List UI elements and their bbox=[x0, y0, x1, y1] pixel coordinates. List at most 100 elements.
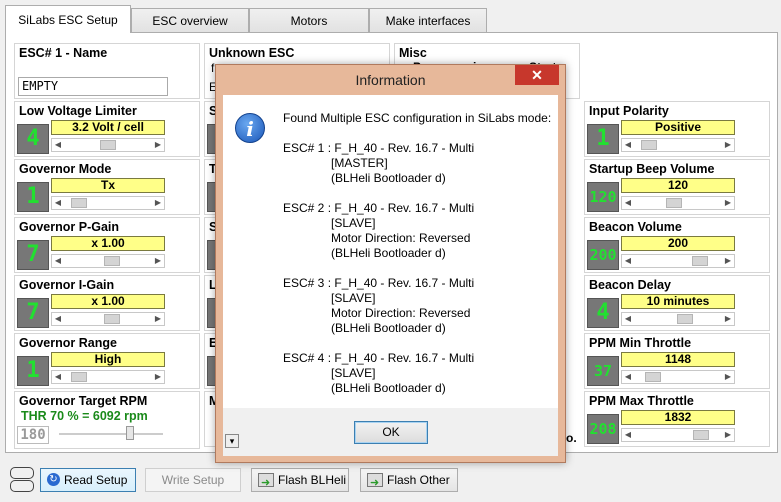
governor-range-number: 1 bbox=[17, 356, 49, 386]
ppm-min-throttle-number: 37 bbox=[587, 356, 619, 386]
governor-i-gain-value: x 1.00 bbox=[51, 294, 165, 309]
esc-info-line: [SLAVE] bbox=[331, 366, 376, 380]
governor-i-gain-panel: Governor I-Gain 7 x 1.00 ◀ ▶ bbox=[14, 275, 200, 331]
esc-name-input[interactable]: EMPTY bbox=[18, 77, 168, 96]
flash-blheli-button[interactable]: ➜ Flash BLHeli bbox=[251, 468, 349, 492]
governor-mode-value: Tx bbox=[51, 178, 165, 193]
ppm-max-throttle-slider[interactable]: ◀ ▶ bbox=[621, 428, 735, 442]
startup-beep-volume-value: 120 bbox=[621, 178, 735, 193]
input-polarity-number: 1 bbox=[587, 124, 619, 154]
ok-button[interactable]: OK bbox=[354, 421, 428, 444]
flash-icon: ➜ bbox=[367, 472, 383, 489]
governor-mode-slider-thumb[interactable] bbox=[71, 198, 87, 208]
ppm-min-throttle-title: PPM Min Throttle bbox=[589, 336, 692, 350]
esc-info-head: ESC# 1 : F_H_40 - Rev. 16.7 - Multi bbox=[283, 141, 475, 155]
governor-mode-number: 1 bbox=[17, 182, 49, 212]
tab-make-interfaces[interactable]: Make interfaces bbox=[369, 8, 487, 32]
interface-toggle-icon[interactable] bbox=[10, 465, 34, 493]
arrow-right-icon[interactable]: ▶ bbox=[152, 139, 164, 151]
arrow-left-icon[interactable]: ◀ bbox=[622, 429, 634, 441]
beacon-delay-number: 4 bbox=[587, 298, 619, 328]
startup-beep-volume-slider-thumb[interactable] bbox=[666, 198, 682, 208]
flash-other-button[interactable]: ➜ Flash Other bbox=[360, 468, 458, 492]
tab-esc-overview[interactable]: ESC overview bbox=[131, 8, 249, 32]
beacon-delay-slider-thumb[interactable] bbox=[677, 314, 693, 324]
governor-range-slider-thumb[interactable] bbox=[71, 372, 87, 382]
arrow-left-icon[interactable]: ◀ bbox=[622, 197, 634, 209]
beacon-volume-slider[interactable]: ◀ ▶ bbox=[621, 254, 735, 268]
governor-mode-title: Governor Mode bbox=[19, 162, 112, 176]
ppm-max-throttle-value: 1832 bbox=[621, 410, 735, 425]
arrow-right-icon[interactable]: ▶ bbox=[722, 429, 734, 441]
beacon-volume-slider-thumb[interactable] bbox=[692, 256, 708, 266]
dialog-intro: Found Multiple ESC configuration in SiLa… bbox=[283, 111, 552, 125]
governor-range-slider[interactable]: ◀ ▶ bbox=[51, 370, 165, 384]
arrow-right-icon[interactable]: ▶ bbox=[152, 197, 164, 209]
governor-p-gain-slider-thumb[interactable] bbox=[104, 256, 120, 266]
esc-name-title: ESC# 1 - Name bbox=[19, 46, 108, 60]
refresh-icon: ↻ bbox=[47, 473, 60, 487]
arrow-left-icon[interactable]: ◀ bbox=[52, 371, 64, 383]
arrow-left-icon[interactable]: ◀ bbox=[52, 139, 64, 151]
close-icon[interactable]: ✕ bbox=[515, 65, 559, 85]
input-polarity-slider[interactable]: ◀ ▶ bbox=[621, 138, 735, 152]
read-setup-button[interactable]: ↻ Read Setup bbox=[40, 468, 136, 492]
arrow-left-icon[interactable]: ◀ bbox=[52, 197, 64, 209]
governor-i-gain-number: 7 bbox=[17, 298, 49, 328]
governor-target-panel: Governor Target RPM THR 70 % = 6092 rpm … bbox=[14, 391, 200, 449]
ppm-min-throttle-value: 1148 bbox=[621, 352, 735, 367]
arrow-right-icon[interactable]: ▶ bbox=[722, 255, 734, 267]
governor-range-title: Governor Range bbox=[19, 336, 117, 350]
governor-target-track[interactable] bbox=[59, 433, 163, 435]
info-icon: i bbox=[235, 113, 265, 143]
arrow-right-icon[interactable]: ▶ bbox=[152, 255, 164, 267]
arrow-left-icon[interactable]: ◀ bbox=[622, 255, 634, 267]
arrow-left-icon[interactable]: ◀ bbox=[52, 255, 64, 267]
arrow-right-icon[interactable]: ▶ bbox=[722, 197, 734, 209]
esc-info-line: [SLAVE] bbox=[331, 216, 376, 230]
esc-info-head: ESC# 4 : F_H_40 - Rev. 16.7 - Multi bbox=[283, 351, 475, 365]
esc-info-head: ESC# 3 : F_H_40 - Rev. 16.7 - Multi bbox=[283, 276, 475, 290]
low-voltage-limiter-value: 3.2 Volt / cell bbox=[51, 120, 165, 135]
esc-info-line: [SLAVE] bbox=[331, 291, 376, 305]
governor-i-gain-slider[interactable]: ◀ ▶ bbox=[51, 312, 165, 326]
low-voltage-limiter-slider[interactable]: ◀ ▶ bbox=[51, 138, 165, 152]
low-voltage-limiter-panel: Low Voltage Limiter 4 3.2 Volt / cell ◀ … bbox=[14, 101, 200, 157]
startup-beep-volume-slider[interactable]: ◀ ▶ bbox=[621, 196, 735, 210]
tab-silabs-esc-setup[interactable]: SiLabs ESC Setup bbox=[5, 5, 131, 33]
arrow-left-icon[interactable]: ◀ bbox=[622, 313, 634, 325]
beacon-volume-value: 200 bbox=[621, 236, 735, 251]
arrow-right-icon[interactable]: ▶ bbox=[152, 371, 164, 383]
beacon-delay-slider[interactable]: ◀ ▶ bbox=[621, 312, 735, 326]
ppm-max-throttle-slider-thumb[interactable] bbox=[693, 430, 709, 440]
governor-i-gain-slider-thumb[interactable] bbox=[104, 314, 120, 324]
governor-p-gain-value: x 1.00 bbox=[51, 236, 165, 251]
arrow-left-icon[interactable]: ◀ bbox=[622, 371, 634, 383]
arrow-right-icon[interactable]: ▶ bbox=[152, 313, 164, 325]
low-voltage-limiter-slider-thumb[interactable] bbox=[100, 140, 116, 150]
governor-p-gain-slider[interactable]: ◀ ▶ bbox=[51, 254, 165, 268]
middle-right-tail: o. bbox=[566, 431, 577, 445]
minimize-dialog-icon[interactable]: ▾ bbox=[225, 434, 239, 448]
dialog-body: i Found Multiple ESC configuration in Si… bbox=[223, 95, 558, 456]
ppm-min-throttle-slider-thumb[interactable] bbox=[645, 372, 661, 382]
tab-motors[interactable]: Motors bbox=[249, 8, 369, 32]
esc-info-line: (BLHeli Bootloader d) bbox=[331, 246, 446, 260]
beacon-delay-title: Beacon Delay bbox=[589, 278, 671, 292]
input-polarity-slider-thumb[interactable] bbox=[641, 140, 657, 150]
write-setup-button[interactable]: Write Setup bbox=[145, 468, 241, 492]
flash-icon: ➜ bbox=[258, 472, 274, 489]
arrow-right-icon[interactable]: ▶ bbox=[722, 371, 734, 383]
arrow-right-icon[interactable]: ▶ bbox=[722, 139, 734, 151]
governor-target-thumb[interactable] bbox=[126, 426, 134, 440]
arrow-left-icon[interactable]: ◀ bbox=[622, 139, 634, 151]
unknown-esc-title: Unknown ESC bbox=[209, 46, 295, 60]
governor-mode-slider[interactable]: ◀ ▶ bbox=[51, 196, 165, 210]
startup-beep-volume-title: Startup Beep Volume bbox=[589, 162, 715, 176]
arrow-right-icon[interactable]: ▶ bbox=[722, 313, 734, 325]
startup-beep-volume-number: 120 bbox=[587, 182, 619, 212]
ppm-max-throttle-number: 208 bbox=[587, 414, 619, 444]
arrow-left-icon[interactable]: ◀ bbox=[52, 313, 64, 325]
dialog-message: Found Multiple ESC configuration in SiLa… bbox=[283, 111, 553, 396]
ppm-min-throttle-slider[interactable]: ◀ ▶ bbox=[621, 370, 735, 384]
